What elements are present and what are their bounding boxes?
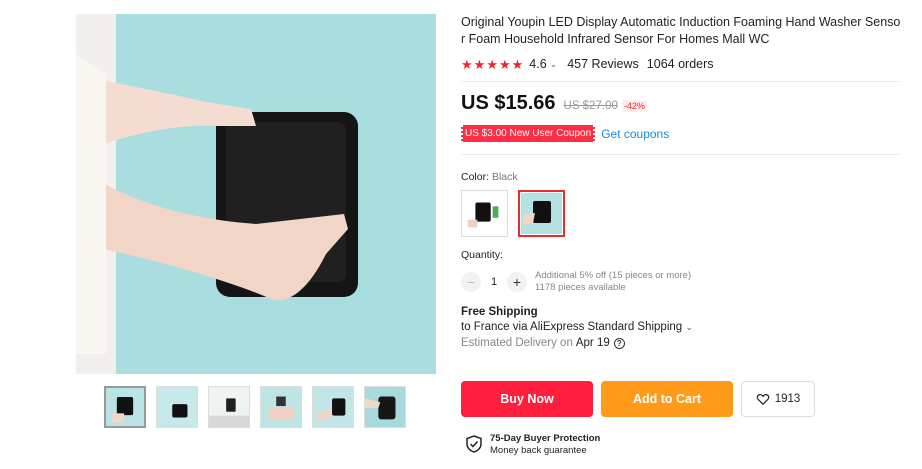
star-icon: ★ [486,56,498,72]
rating-value[interactable]: 4.6 [529,57,546,71]
quantity-note: Additional 5% off (15 pieces or more) 11… [535,270,691,294]
quantity-increase-button[interactable]: + [507,272,527,292]
wishlist-button[interactable]: 1913 [741,381,815,417]
add-to-cart-button[interactable]: Add to Cart [601,381,733,417]
quantity-stepper: − 1 + Additional 5% off (15 pieces or mo… [461,270,901,294]
coupon-row: US $3.00 New User Coupon Get coupons [459,125,901,142]
chevron-down-icon[interactable]: ⌄ [685,322,693,332]
product-title: Original Youpin LED Display Automatic In… [461,15,901,46]
bulk-discount-note: Additional 5% off (15 pieces or more) [535,270,692,281]
divider [461,81,901,82]
protection-subtitle: Money back guarantee [490,445,587,456]
quantity-label: Quantity: [461,249,504,261]
action-buttons: Buy Now Add to Cart 1913 [461,381,815,417]
orders-count: 1064 orders [646,57,714,71]
protection-title: 75-Day Buyer Protection [490,433,601,444]
help-circle-icon[interactable]: ? [613,337,625,349]
star-icon: ★ [473,56,486,72]
color-label-row: Color: Black [461,171,901,183]
heart-icon [756,394,769,406]
shipping-title: Free Shipping [461,306,538,318]
color-swatch-white-variant[interactable] [461,190,508,237]
thumbnail-3[interactable] [208,386,250,428]
discount-badge: -42% [621,100,647,112]
thumbnail-4[interactable] [260,386,302,428]
estimated-delivery: Estimated Delivery on Apr 19 ? [461,337,901,349]
get-coupons-link[interactable]: Get coupons [601,127,669,141]
star-icon: ★ [511,56,524,72]
reviews-link[interactable]: 457 Reviews [567,57,639,71]
color-label: Color: [461,171,490,183]
buy-now-button[interactable]: Buy Now [461,381,593,417]
estimated-delivery-label: Estimated Delivery on [461,337,573,349]
star-icon: ★ [461,56,473,72]
thumbnail-2[interactable] [156,386,198,428]
shipping-method[interactable]: to France via AliExpress Standard Shippi… [461,321,901,333]
new-user-coupon[interactable]: US $3.00 New User Coupon [459,125,597,142]
thumbnail-5[interactable] [312,386,354,428]
wishlist-count: 1913 [774,393,801,405]
price-row: US $15.66 US $27.00 -42% [461,92,901,115]
original-price: US $27.00 [563,100,618,112]
thumbnail-6[interactable] [364,386,406,428]
chevron-down-icon[interactable]: ⌄ [550,59,558,70]
current-price: US $15.66 [461,92,556,114]
shield-check-icon [466,435,482,453]
shipping-method-text[interactable]: to France via AliExpress Standard Shippi… [461,321,682,333]
quantity-input[interactable]: 1 [481,276,507,288]
estimated-delivery-date: Apr 19 [575,337,610,349]
color-swatch-black[interactable] [518,190,565,237]
thumbnail-strip [104,386,406,428]
buyer-protection: 75-Day Buyer Protection Money back guara… [466,433,600,456]
thumbnail-1[interactable] [104,386,146,428]
stock-available: 1178 pieces available [535,282,626,293]
main-product-image[interactable] [76,14,436,374]
color-value: Black [491,171,518,183]
star-icon: ★ [498,56,511,72]
rating-stars: ★ ★ ★ ★ ★ [461,58,523,71]
color-swatches [461,190,901,237]
product-info: Original Youpin LED Display Automatic In… [459,14,901,349]
quantity-decrease-button[interactable]: − [461,272,481,292]
rating-row: ★ ★ ★ ★ ★ 4.6 ⌄ 457 Reviews 1064 orders [461,55,901,73]
divider [461,154,901,155]
